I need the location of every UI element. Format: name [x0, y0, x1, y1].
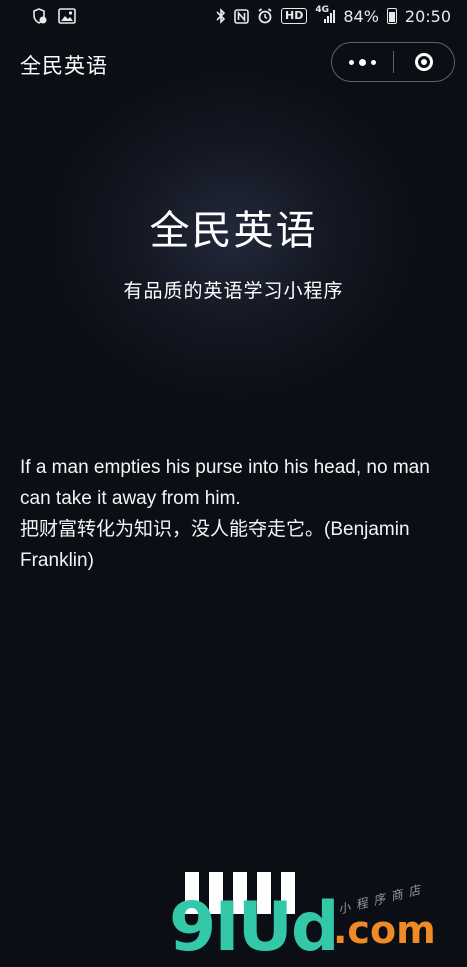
hero-subtitle: 有品质的英语学习小程序	[123, 280, 344, 302]
alarm-icon	[257, 8, 273, 24]
notification-icon	[30, 7, 48, 25]
hd-icon: HD	[280, 8, 308, 24]
nfc-icon	[234, 8, 249, 24]
menu-capsule	[331, 42, 455, 82]
close-miniprogram-icon	[415, 53, 433, 71]
nav-title: 全民英语	[20, 54, 108, 78]
status-right: HD 4G 84% 20:50	[216, 5, 451, 26]
network-type: 4G	[315, 5, 329, 15]
quote-chinese: 把财富转化为知识，没人能夺走它。(Benjamin Franklin)	[20, 519, 410, 571]
signal-icon: 4G	[315, 5, 336, 24]
status-bar: HD 4G 84% 20:50	[0, 0, 467, 32]
mini-program-screen: HD 4G 84% 20:50 全民英语 全民英语 有品质的英语学习小程序 If…	[0, 0, 467, 967]
watermark-logo: 9IUd	[169, 888, 340, 967]
watermark-domain: .com	[333, 908, 436, 952]
clock: 20:50	[404, 6, 451, 26]
status-left	[30, 7, 76, 25]
watermark: 9IUd 小程序商店 .com	[165, 870, 467, 967]
battery-percent: 84%	[343, 6, 379, 26]
close-miniprogram-button[interactable]	[394, 43, 454, 81]
battery-icon	[386, 8, 397, 24]
more-button[interactable]	[332, 43, 393, 81]
quote-english: If a man empties his purse into his head…	[20, 457, 430, 509]
bluetooth-icon	[216, 8, 226, 24]
daily-quote: If a man empties his purse into his head…	[20, 452, 440, 576]
more-icon	[349, 58, 376, 66]
navigation-bar: 全民英语	[0, 36, 467, 90]
hero-title: 全民英语	[149, 208, 318, 254]
gallery-icon	[58, 8, 76, 24]
